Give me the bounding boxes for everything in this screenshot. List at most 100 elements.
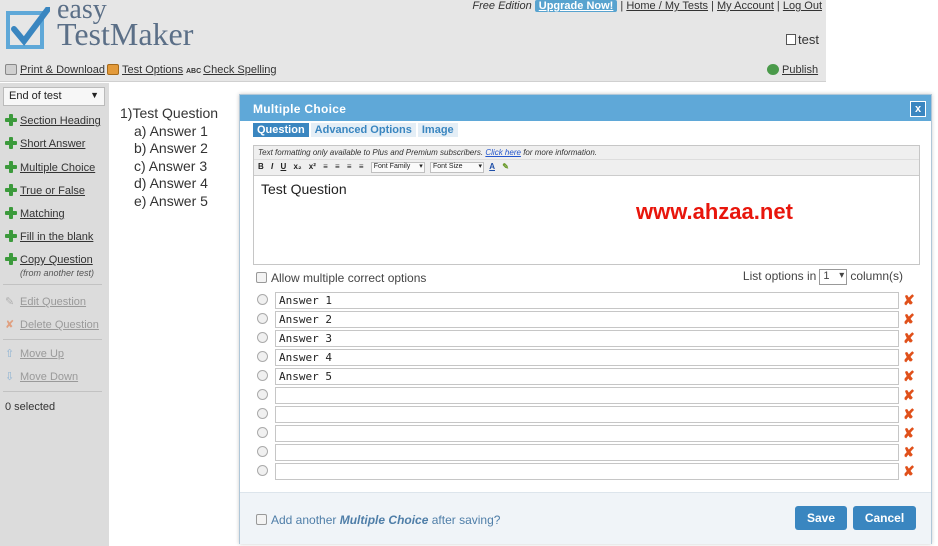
italic-icon[interactable]: I: [271, 162, 273, 171]
answer-row: Answer 3 ✘: [256, 329, 916, 348]
answer-input[interactable]: Answer 5: [275, 368, 899, 385]
delete-question-label: Delete Question: [20, 319, 99, 331]
question-text-area[interactable]: Test Question: [254, 176, 919, 202]
highlight-icon[interactable]: ✎: [502, 162, 509, 171]
app-logo[interactable]: easy TestMaker: [4, 0, 234, 58]
tab-question[interactable]: Question: [253, 123, 309, 137]
delete-answer-icon[interactable]: ✘: [903, 311, 915, 328]
copy-question[interactable]: Copy Question: [5, 253, 93, 266]
add-another-option[interactable]: Add another Multiple Choice after saving…: [256, 513, 500, 527]
check-spelling-button[interactable]: ABC Check Spelling: [186, 64, 277, 76]
delete-answer-icon[interactable]: ✘: [903, 406, 915, 423]
test-options-button[interactable]: Test Options: [107, 64, 183, 76]
preview-answer: e) Answer 5: [134, 192, 208, 209]
answer-input[interactable]: [275, 463, 899, 480]
add-item-label: Copy Question: [20, 254, 93, 266]
pencil-icon: ✎: [5, 296, 15, 308]
subscript-icon[interactable]: x₂: [294, 162, 302, 171]
correct-answer-radio[interactable]: [257, 427, 268, 438]
home-link[interactable]: Home / My Tests: [626, 0, 708, 12]
add-another-checkbox[interactable]: [256, 514, 267, 525]
correct-answer-radio[interactable]: [257, 465, 268, 476]
logout-link[interactable]: Log Out: [783, 0, 822, 12]
answer-input[interactable]: Answer 4: [275, 349, 899, 366]
correct-answer-radio[interactable]: [257, 389, 268, 400]
answer-input[interactable]: Answer 3: [275, 330, 899, 347]
superscript-icon[interactable]: x²: [309, 162, 316, 171]
delete-answer-icon[interactable]: ✘: [903, 330, 915, 347]
tab-advanced-options[interactable]: Advanced Options: [310, 123, 416, 137]
add-matching[interactable]: Matching: [5, 207, 65, 220]
watermark-text: www.ahzaa.net: [636, 199, 793, 224]
answer-input[interactable]: [275, 425, 899, 442]
correct-answer-radio[interactable]: [257, 313, 268, 324]
correct-answer-radio[interactable]: [257, 351, 268, 362]
preview-answer: c) Answer 3: [134, 157, 208, 174]
add-multiple-choice[interactable]: Multiple Choice: [5, 161, 95, 174]
cancel-button[interactable]: Cancel: [853, 506, 916, 530]
my-account-link[interactable]: My Account: [717, 0, 774, 12]
align-right-icon[interactable]: ≡: [347, 162, 352, 171]
logo-testmaker-text: TestMaker: [57, 16, 194, 52]
edit-question-button[interactable]: ✎ Edit Question: [5, 295, 86, 308]
add-fill-blank[interactable]: Fill in the blank: [5, 230, 93, 243]
check-spelling-label: Check Spelling: [203, 64, 277, 76]
delete-answer-icon[interactable]: ✘: [903, 425, 915, 442]
bold-icon[interactable]: B: [258, 162, 264, 171]
print-download-label: Print & Download: [20, 64, 105, 76]
tab-image[interactable]: Image: [417, 123, 458, 137]
correct-answer-radio[interactable]: [257, 446, 268, 457]
main-toolbar: Print & Download Test Options ABC Check S…: [0, 60, 826, 82]
add-section-heading[interactable]: Section Heading: [5, 114, 101, 127]
font-color-icon[interactable]: A: [489, 162, 495, 171]
correct-answer-radio[interactable]: [257, 370, 268, 381]
correct-answer-radio[interactable]: [257, 408, 268, 419]
answer-input[interactable]: [275, 406, 899, 423]
align-left-icon[interactable]: ≡: [323, 162, 328, 171]
delete-answer-icon[interactable]: ✘: [903, 463, 915, 480]
insert-position-select[interactable]: End of test ▼: [3, 87, 105, 106]
add-item-label: Matching: [20, 208, 65, 220]
align-justify-icon[interactable]: ≡: [359, 162, 364, 171]
underline-icon[interactable]: U: [280, 162, 286, 171]
delete-answer-icon[interactable]: ✘: [903, 349, 915, 366]
click-here-link[interactable]: Click here: [485, 148, 521, 157]
allow-multiple-option[interactable]: Allow multiple correct options: [256, 271, 426, 285]
upgrade-button[interactable]: Upgrade Now!: [534, 0, 618, 12]
move-up-label: Move Up: [20, 348, 65, 360]
delete-answer-icon[interactable]: ✘: [903, 387, 915, 404]
align-center-icon[interactable]: ≡: [335, 162, 340, 171]
formatting-note-text: Text formatting only available to Plus a…: [258, 148, 484, 157]
correct-answer-radio[interactable]: [257, 294, 268, 305]
sidebar: End of test ▼ Section Heading Short Answ…: [0, 83, 109, 546]
add-short-answer[interactable]: Short Answer: [5, 137, 85, 150]
columns-select[interactable]: 1: [819, 269, 848, 285]
test-preview[interactable]: 1)Test Question a) Answer 1 b) Answer 2 …: [120, 105, 218, 210]
delete-answer-icon[interactable]: ✘: [903, 368, 915, 385]
answer-input[interactable]: Answer 2: [275, 311, 899, 328]
edit-question-label: Edit Question: [20, 296, 87, 308]
answer-input[interactable]: [275, 444, 899, 461]
test-name[interactable]: test: [786, 32, 819, 47]
correct-answer-radio[interactable]: [257, 332, 268, 343]
formatting-note: Text formatting only available to Plus a…: [254, 146, 919, 160]
publish-button[interactable]: Publish: [767, 64, 818, 76]
dialog-title: Multiple Choice: [240, 95, 931, 121]
dialog-tabs: Question Advanced Options Image: [253, 123, 460, 139]
answer-input[interactable]: [275, 387, 899, 404]
allow-multiple-checkbox[interactable]: [256, 272, 267, 283]
delete-answer-icon[interactable]: ✘: [903, 292, 915, 309]
close-icon[interactable]: x: [910, 101, 926, 117]
print-download-button[interactable]: Print & Download: [5, 64, 105, 76]
preview-answer: d) Answer 4: [134, 175, 208, 191]
save-button[interactable]: Save: [795, 506, 847, 530]
font-size-select[interactable]: Font Size: [429, 162, 484, 173]
delete-answer-icon[interactable]: ✘: [903, 444, 915, 461]
move-up-button[interactable]: ⇧ Move Up: [5, 347, 64, 360]
add-true-false[interactable]: True or False: [5, 184, 85, 197]
answer-input[interactable]: Answer 1: [275, 292, 899, 309]
document-icon: [786, 34, 797, 45]
delete-question-button[interactable]: ✘ Delete Question: [5, 318, 99, 331]
font-family-select[interactable]: Font Family: [370, 162, 425, 173]
move-down-button[interactable]: ⇩ Move Down: [5, 370, 78, 383]
